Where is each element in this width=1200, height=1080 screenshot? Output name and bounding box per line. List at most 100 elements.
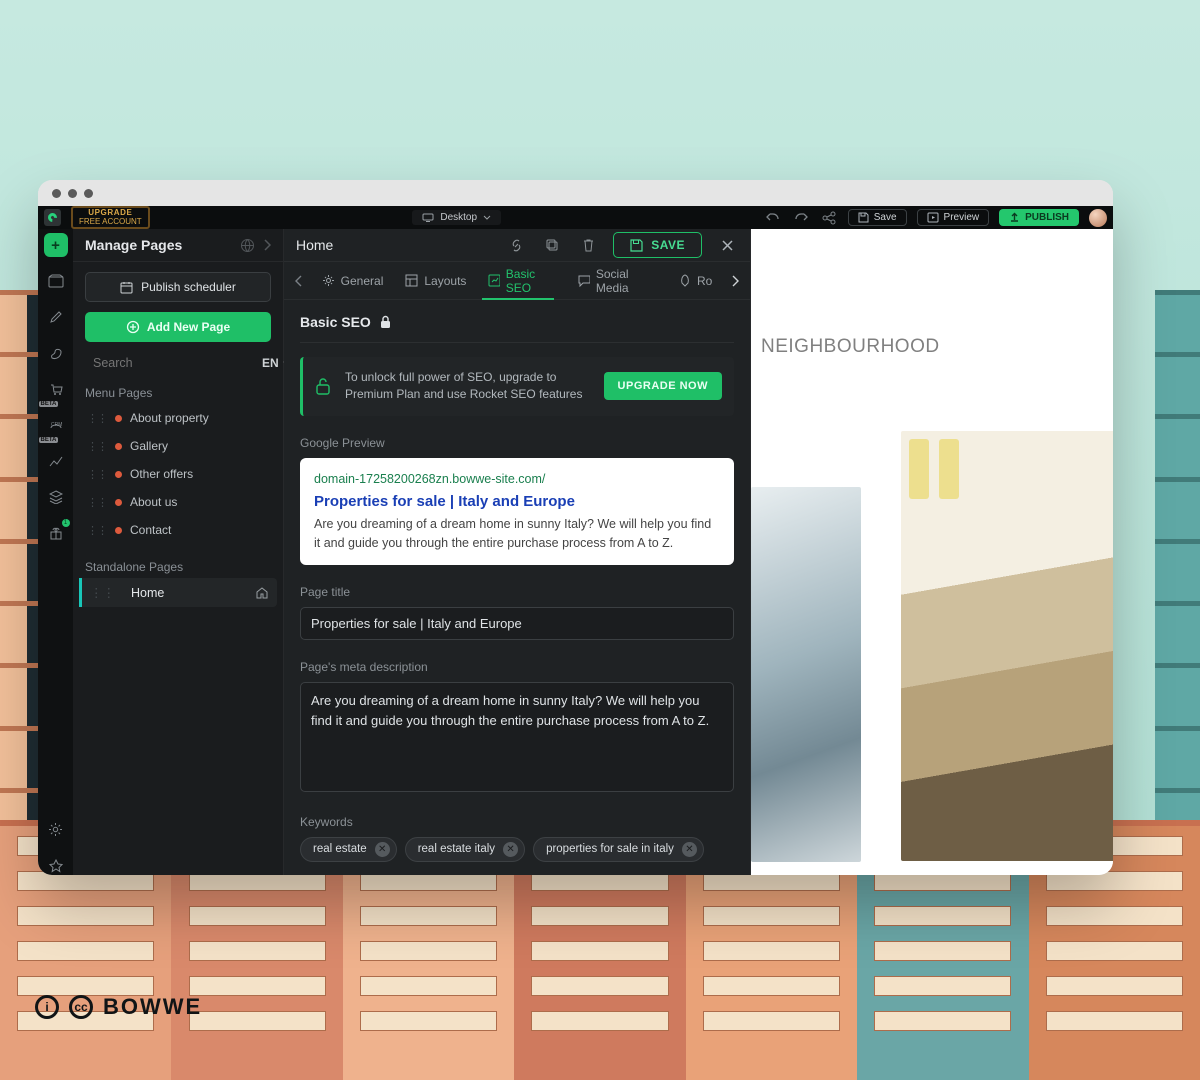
play-icon [927, 212, 939, 223]
app-topbar: UPGRADE FREE ACCOUNT Desktop Save Previe… [38, 206, 1113, 229]
rail-pages-icon[interactable] [44, 269, 68, 293]
rail-add-button[interactable]: + [44, 233, 68, 257]
section-title: Basic SEO [300, 314, 371, 330]
preview-title: Properties for sale | Italy and Europe [314, 491, 720, 514]
upgrade-line2: FREE ACCOUNT [79, 217, 142, 226]
home-icon [255, 586, 269, 599]
page-title-label: Page title [300, 585, 734, 599]
brand-logo-icon [44, 209, 61, 226]
lock-open-icon [315, 377, 331, 395]
close-icon[interactable] [716, 234, 738, 256]
rail-shop-icon[interactable]: BETA [44, 377, 68, 401]
tab-rocket-seo[interactable]: Ro [670, 262, 720, 299]
search-input[interactable] [93, 356, 254, 370]
upload-icon [1009, 212, 1020, 223]
keyword-chip[interactable]: properties for sale in italy✕ [533, 837, 704, 862]
menu-pages-heading: Menu Pages [85, 386, 271, 400]
rail-theme-icon[interactable] [44, 341, 68, 365]
rail-layers-icon[interactable] [44, 485, 68, 509]
brand-wordmark: BOWWE [103, 994, 202, 1020]
tab-layouts[interactable]: Layouts [397, 262, 474, 299]
save-button[interactable]: SAVE [613, 232, 702, 258]
rail-gift-icon[interactable]: 1 [44, 521, 68, 545]
manage-pages-title: Manage Pages [85, 237, 182, 253]
rail-crm-icon[interactable]: CRMBETA [44, 413, 68, 437]
seo-panel: Home SAVE General Layouts Basic SEO Soc [284, 229, 751, 875]
traffic-dot [84, 189, 93, 198]
upgrade-banner: To unlock full power of SEO, upgrade to … [300, 357, 734, 416]
publish-scheduler-button[interactable]: Publish scheduler [85, 272, 271, 302]
sidebar-item-about-property[interactable]: ⋮⋮About property [79, 404, 277, 432]
manage-pages-panel: Manage Pages Publish scheduler Add New P… [73, 229, 284, 875]
sidebar-item-home[interactable]: ⋮⋮ Home [79, 578, 277, 607]
rail-stats-icon[interactable] [44, 449, 68, 473]
sidebar-item-gallery[interactable]: ⋮⋮Gallery [79, 432, 277, 460]
tabs-right-icon[interactable] [726, 271, 744, 291]
preview-button[interactable]: Preview [917, 209, 990, 226]
floppy-icon [630, 239, 643, 252]
sidebar-item-contact[interactable]: ⋮⋮Contact [79, 516, 277, 544]
rocket-icon [678, 274, 691, 287]
avatar[interactable] [1089, 209, 1107, 227]
trash-icon[interactable] [577, 234, 599, 256]
redo-icon[interactable] [792, 209, 810, 227]
preview-url: domain-17258200268zn.bowwe-site.com/ [314, 470, 720, 489]
gear-icon [322, 274, 335, 287]
traffic-dot [68, 189, 77, 198]
meta-desc-label: Page's meta description [300, 660, 734, 674]
meta-desc-textarea[interactable] [300, 682, 734, 792]
svg-text:CRM: CRM [51, 422, 62, 428]
chevron-down-icon [483, 214, 491, 222]
remove-chip-icon[interactable]: ✕ [375, 842, 390, 857]
remove-chip-icon[interactable]: ✕ [682, 842, 697, 857]
rail-help-icon[interactable] [44, 854, 68, 875]
keywords: real estate✕ real estate italy✕ properti… [300, 837, 734, 862]
preview-canvas: NEIGHBOURHOOD [751, 229, 1113, 875]
monitor-icon [422, 213, 434, 223]
upgrade-now-button[interactable]: UPGRADE NOW [604, 372, 722, 400]
remove-chip-icon[interactable]: ✕ [503, 842, 518, 857]
watermark: i cc BOWWE [35, 994, 202, 1020]
lock-icon [379, 315, 392, 329]
tab-basic-seo[interactable]: Basic SEO [480, 262, 564, 299]
globe-icon[interactable] [240, 238, 255, 253]
undo-icon[interactable] [764, 209, 782, 227]
sidebar-item-other-offers[interactable]: ⋮⋮Other offers [79, 460, 277, 488]
preview-photo [901, 431, 1113, 861]
seo-icon [488, 274, 499, 287]
upgrade-account-badge[interactable]: UPGRADE FREE ACCOUNT [71, 206, 150, 229]
window-titlebar [38, 180, 1113, 206]
preview-photo [751, 487, 861, 862]
calendar-icon [120, 281, 133, 294]
tab-social-media[interactable]: Social Media [570, 262, 664, 299]
google-preview-card: domain-17258200268zn.bowwe-site.com/ Pro… [300, 458, 734, 565]
add-new-page-button[interactable]: Add New Page [85, 312, 271, 342]
page-title-input[interactable] [300, 607, 734, 640]
tab-general[interactable]: General [314, 262, 392, 299]
layout-icon [405, 274, 418, 287]
tabs-left-icon[interactable] [290, 271, 308, 291]
chat-icon [578, 274, 589, 287]
tool-rail: + BETA CRMBETA 1 [38, 229, 73, 875]
keywords-label: Keywords [300, 815, 734, 829]
link-icon[interactable] [505, 234, 527, 256]
keyword-chip[interactable]: real estate italy✕ [405, 837, 525, 862]
upgrade-banner-text: To unlock full power of SEO, upgrade to … [345, 369, 590, 404]
google-preview-label: Google Preview [300, 436, 734, 450]
neighbourhood-heading: NEIGHBOURHOOD [761, 336, 940, 358]
rail-edit-icon[interactable] [44, 305, 68, 329]
share-icon[interactable] [820, 209, 838, 227]
chevron-right-icon[interactable] [263, 239, 271, 251]
browser-window: UPGRADE FREE ACCOUNT Desktop Save Previe… [38, 180, 1113, 875]
seo-tabs: General Layouts Basic SEO Social Media R… [284, 262, 750, 300]
save-top-button[interactable]: Save [848, 209, 907, 226]
publish-button[interactable]: PUBLISH [999, 209, 1079, 226]
cc-icon: cc [69, 995, 93, 1019]
page-title: Home [296, 237, 491, 253]
preview-desc: Are you dreaming of a dream home in sunn… [314, 515, 720, 553]
copy-icon[interactable] [541, 234, 563, 256]
viewport-selector[interactable]: Desktop [412, 210, 501, 225]
keyword-chip[interactable]: real estate✕ [300, 837, 397, 862]
sidebar-item-about-us[interactable]: ⋮⋮About us [79, 488, 277, 516]
rail-settings-icon[interactable] [44, 818, 68, 842]
